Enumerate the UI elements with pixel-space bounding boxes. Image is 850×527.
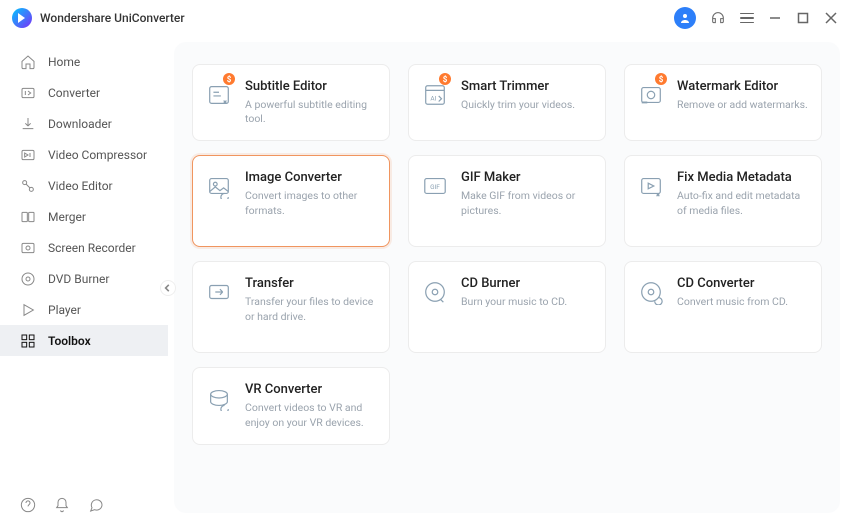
help-icon[interactable]: [20, 497, 36, 513]
tool-title: Image Converter: [245, 170, 377, 185]
sidebar-item-video-compressor[interactable]: Video Compressor: [0, 139, 168, 170]
svg-text:GIF: GIF: [430, 183, 440, 191]
tool-card-image-converter[interactable]: Image Converter Convert images to other f…: [192, 155, 390, 247]
tool-description: Convert videos to VR and enjoy on your V…: [245, 401, 377, 429]
premium-badge-icon: $: [439, 73, 451, 85]
nav-icon: [20, 147, 36, 163]
sidebar-item-video-editor[interactable]: Video Editor: [0, 170, 168, 201]
titlebar: Wondershare UniConverter: [0, 0, 850, 36]
sidebar: Home Converter Downloader Video Compressor V…: [0, 36, 168, 527]
nav-icon: [20, 85, 36, 101]
tool-card-vr-converter[interactable]: VR Converter Convert videos to VR and enj…: [192, 367, 390, 444]
tool-card-cd-converter[interactable]: CD Converter Convert music from CD.: [624, 261, 822, 353]
tool-title: GIF Maker: [461, 170, 593, 185]
sidebar-item-screen-recorder[interactable]: Screen Recorder: [0, 232, 168, 263]
tool-icon: [637, 172, 665, 200]
tool-description: Transfer your files to device or hard dr…: [245, 295, 377, 323]
nav-icon: [20, 333, 36, 349]
sidebar-item-label: Screen Recorder: [48, 241, 136, 255]
tool-card-transfer[interactable]: Transfer Transfer your files to device or…: [192, 261, 390, 353]
tool-description: A powerful subtitle editing tool.: [245, 98, 377, 126]
tool-icon: $: [637, 81, 665, 109]
nav-icon: [20, 178, 36, 194]
tool-icon: [205, 384, 233, 412]
tool-icon: [637, 278, 665, 306]
tool-description: Burn your music to CD.: [461, 295, 567, 309]
sidebar-item-label: Home: [48, 55, 80, 69]
account-avatar[interactable]: [674, 7, 696, 29]
app-logo-icon: [12, 8, 32, 28]
tool-card-cd-burner[interactable]: CD Burner Burn your music to CD.: [408, 261, 606, 353]
collapse-sidebar-button[interactable]: [160, 280, 176, 296]
tool-icon: [421, 278, 449, 306]
sidebar-item-label: Toolbox: [48, 334, 91, 348]
tool-title: Subtitle Editor: [245, 79, 377, 94]
sidebar-item-label: Downloader: [48, 117, 112, 131]
tool-title: Watermark Editor: [677, 79, 808, 94]
sidebar-item-downloader[interactable]: Downloader: [0, 108, 168, 139]
sidebar-item-label: Player: [48, 303, 81, 317]
tool-icon: GIF: [421, 172, 449, 200]
tool-card-smart-trimmer[interactable]: AI$Smart TrimmerQuickly trim your videos…: [408, 64, 606, 141]
tool-title: CD Converter: [677, 276, 788, 291]
sidebar-item-toolbox[interactable]: Toolbox: [0, 325, 168, 356]
tool-card-gif-maker[interactable]: GIF GIF Maker Make GIF from videos or pict…: [408, 155, 606, 247]
sidebar-item-label: DVD Burner: [48, 272, 109, 286]
premium-badge-icon: $: [655, 73, 667, 85]
app-title: Wondershare UniConverter: [40, 11, 185, 25]
tool-title: VR Converter: [245, 382, 377, 397]
menu-icon[interactable]: [740, 13, 754, 24]
minimize-button[interactable]: [768, 11, 782, 25]
nav-icon: [20, 54, 36, 70]
tool-card-watermark-editor[interactable]: $ Watermark Editor Remove or add watermark…: [624, 64, 822, 141]
premium-badge-icon: $: [223, 73, 235, 85]
tool-icon: AI$: [421, 81, 449, 109]
sidebar-item-label: Video Compressor: [48, 148, 147, 162]
sidebar-item-merger[interactable]: Merger: [0, 201, 168, 232]
sidebar-item-dvd-burner[interactable]: DVD Burner: [0, 263, 168, 294]
sidebar-item-label: Video Editor: [48, 179, 113, 193]
nav-icon: [20, 302, 36, 318]
tool-icon: [205, 172, 233, 200]
content-panel: $ Subtitle Editor A powerful subtitle edit…: [174, 42, 840, 513]
tool-description: Convert images to other formats.: [245, 189, 377, 217]
maximize-button[interactable]: [796, 11, 810, 25]
tool-icon: $: [205, 81, 233, 109]
nav-icon: [20, 116, 36, 132]
tool-title: Fix Media Metadata: [677, 170, 809, 185]
sidebar-item-converter[interactable]: Converter: [0, 77, 168, 108]
tool-description: Auto-fix and edit metadata of media file…: [677, 189, 809, 217]
nav-icon: [20, 209, 36, 225]
tool-description: Make GIF from videos or pictures.: [461, 189, 593, 217]
nav-icon: [20, 240, 36, 256]
tool-icon: [205, 278, 233, 306]
support-icon[interactable]: [710, 10, 726, 26]
svg-text:AI: AI: [430, 95, 436, 103]
feedback-icon[interactable]: [88, 497, 104, 513]
tool-description: Remove or add watermarks.: [677, 98, 808, 112]
close-button[interactable]: [824, 11, 838, 25]
tool-description: Convert music from CD.: [677, 295, 788, 309]
tool-title: Transfer: [245, 276, 377, 291]
tool-title: CD Burner: [461, 276, 567, 291]
sidebar-item-player[interactable]: Player: [0, 294, 168, 325]
sidebar-item-label: Merger: [48, 210, 86, 224]
sidebar-item-label: Converter: [48, 86, 100, 100]
tool-title: Smart Trimmer: [461, 79, 575, 94]
tool-card-fix-media-metadata[interactable]: Fix Media Metadata Auto-fix and edit meta…: [624, 155, 822, 247]
sidebar-item-home[interactable]: Home: [0, 46, 168, 77]
tool-description: Quickly trim your videos.: [461, 98, 575, 112]
tool-card-subtitle-editor[interactable]: $ Subtitle Editor A powerful subtitle edit…: [192, 64, 390, 141]
nav-icon: [20, 271, 36, 287]
notifications-icon[interactable]: [54, 497, 70, 513]
